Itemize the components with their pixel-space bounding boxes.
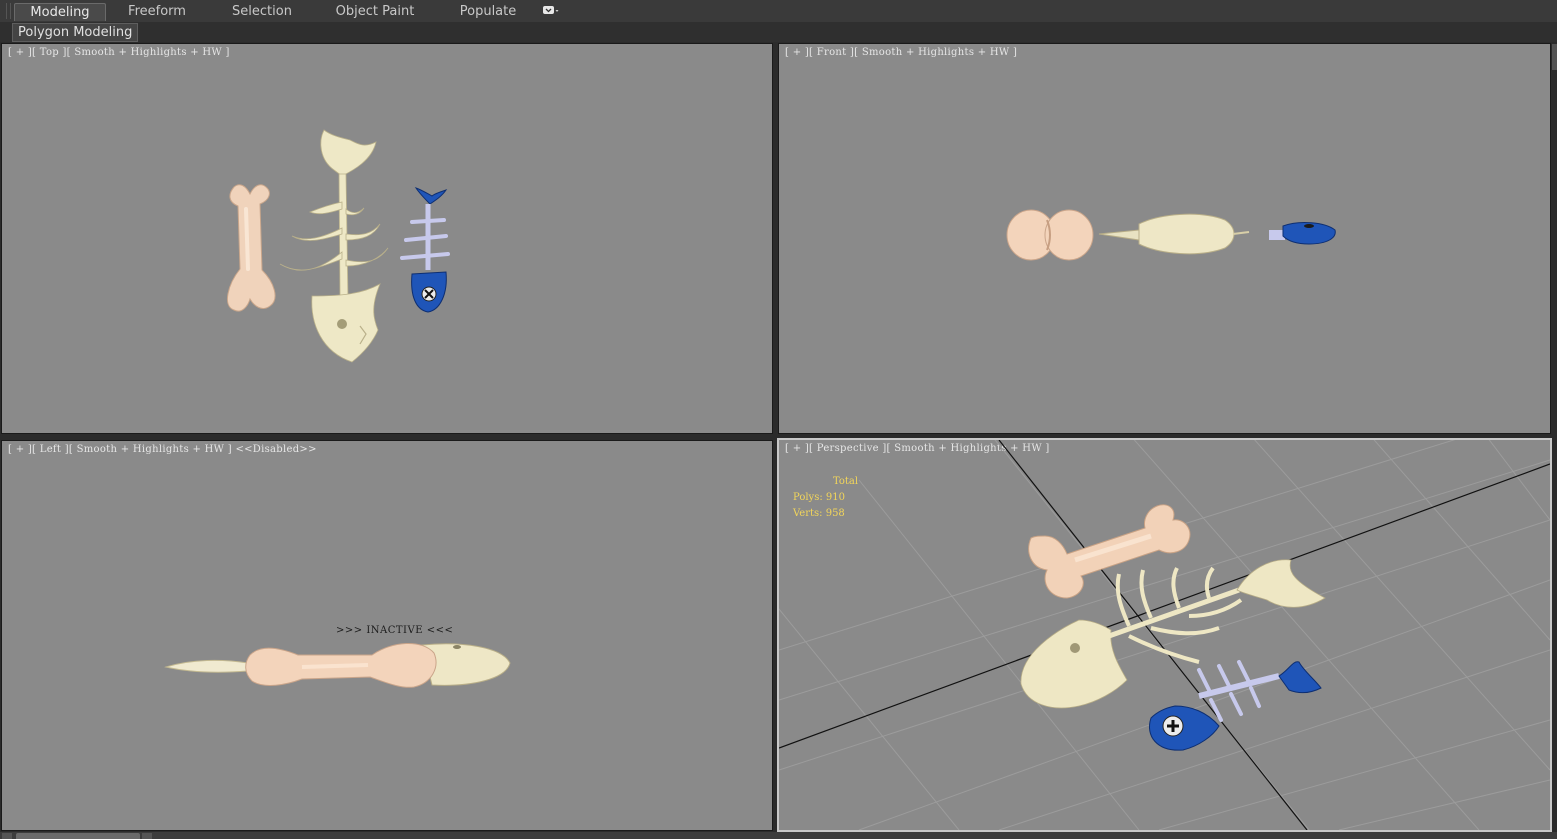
world-axes xyxy=(779,440,1550,830)
dropdown-options-icon[interactable] xyxy=(543,6,559,16)
ribbon-tabs: Modeling Freeform Selection Object Paint… xyxy=(0,0,1557,23)
viewport-left[interactable]: [ + ][ Left ][ Smooth + Highlights + HW … xyxy=(1,440,773,831)
bone-object[interactable] xyxy=(1028,504,1191,599)
blue-fish-object[interactable] xyxy=(1269,222,1336,245)
front-view-scene xyxy=(1006,209,1336,261)
tab-modeling[interactable]: Modeling xyxy=(14,3,106,21)
bone-object[interactable] xyxy=(1006,209,1094,261)
time-slider-next-arrow[interactable] xyxy=(142,833,152,839)
time-slider[interactable] xyxy=(0,832,1557,839)
time-slider-thumb[interactable] xyxy=(16,833,140,839)
viewport-front[interactable]: [ + ][ Front ][ Smooth + Highlights + HW… xyxy=(778,43,1551,434)
left-view-scene xyxy=(164,642,511,688)
perspective-view-scene xyxy=(779,440,1550,830)
blue-fish-object[interactable] xyxy=(1149,660,1322,751)
bone-object[interactable] xyxy=(226,184,276,312)
bone-object[interactable] xyxy=(245,642,437,688)
top-view-scene xyxy=(226,129,450,363)
tab-polygon-modeling[interactable]: Polygon Modeling xyxy=(12,23,139,42)
perspective-grid xyxy=(779,440,1550,830)
ribbon-scroll-handle[interactable] xyxy=(1552,44,1557,70)
viewport-top[interactable]: [ + ][ Top ][ Smooth + Highlights + HW ] xyxy=(1,43,773,434)
fish-skeleton-object[interactable] xyxy=(1098,213,1250,255)
viewport-perspective[interactable]: [ + ][ Perspective ][ Smooth + Highlight… xyxy=(777,438,1552,832)
ribbon-grip[interactable] xyxy=(6,3,11,19)
tab-freeform[interactable]: Freeform xyxy=(118,3,196,20)
tab-selection[interactable]: Selection xyxy=(222,3,302,20)
ribbon-subbar: Polygon Modeling xyxy=(0,22,1557,42)
fish-skeleton-object[interactable] xyxy=(279,129,389,363)
time-slider-prev-arrow[interactable] xyxy=(2,833,12,839)
tab-populate[interactable]: Populate xyxy=(450,3,526,20)
tab-object-paint[interactable]: Object Paint xyxy=(330,3,420,20)
blue-fish-object[interactable] xyxy=(400,187,450,313)
